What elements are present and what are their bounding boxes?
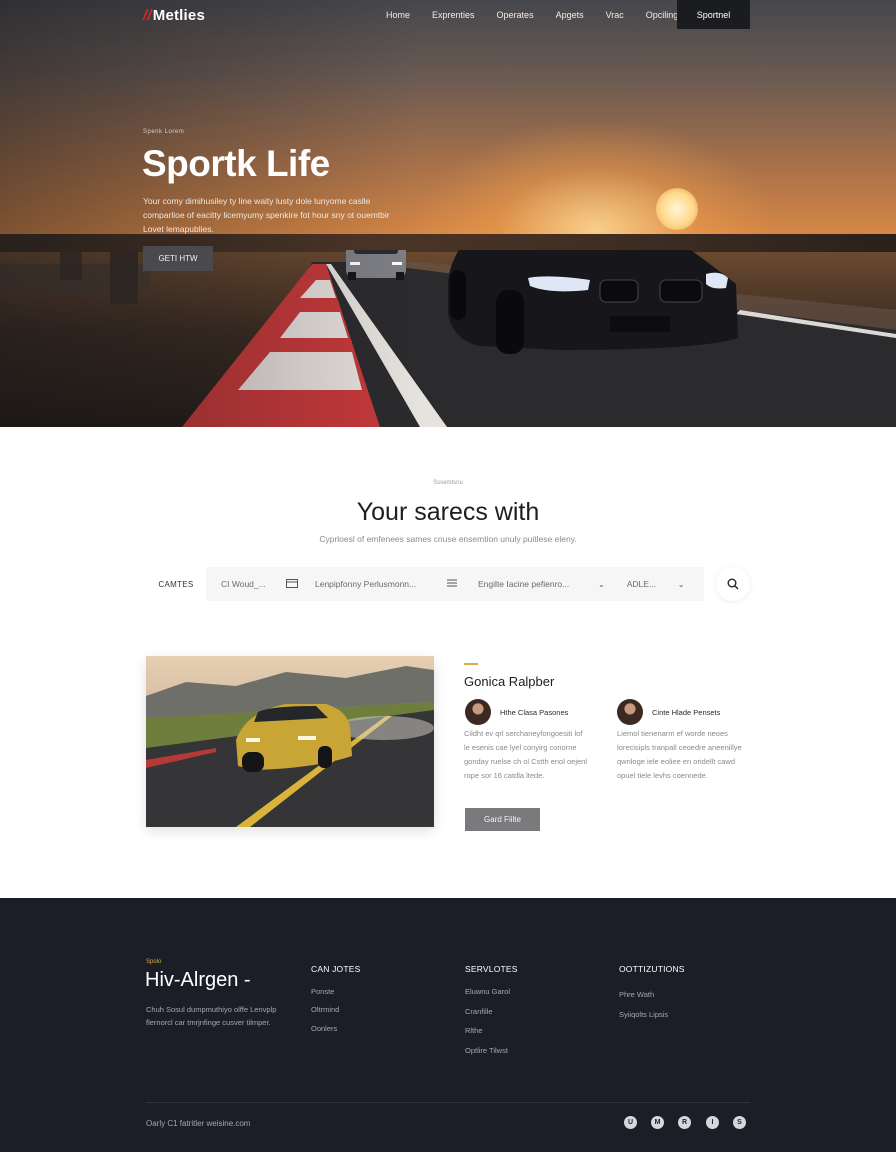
logo-mark-icon: // xyxy=(143,7,152,24)
footer-brand[interactable]: Hiv-Alrgen - xyxy=(145,969,251,992)
top-navigation: //Metlies Home Exprenties Operates Apget… xyxy=(0,0,896,32)
hero-title: Sportk Life xyxy=(142,143,330,184)
nav-link-operates[interactable]: Operates xyxy=(497,10,534,20)
brand-logo[interactable]: //Metlies xyxy=(143,7,205,24)
footer-description: Chuh Sosul dumpmuthiyo olffe Lenvplp fle… xyxy=(146,1005,277,1027)
footer-link[interactable]: Rlthe xyxy=(465,1026,483,1035)
person-name: Hthe Clasa Pasones xyxy=(500,707,569,717)
search-icon xyxy=(727,578,739,590)
nav-link-apgets[interactable]: Apgets xyxy=(556,10,584,20)
search-section-title: Your sarecs with xyxy=(356,498,540,526)
nav-link-home[interactable]: Home xyxy=(386,10,410,20)
search-bar: CAMTES CI Woud_... Lenpipfonny Perlusmon… xyxy=(146,567,704,601)
footer-divider xyxy=(146,1102,750,1103)
feature-title: Gonica Ralpber xyxy=(464,674,555,689)
logo-text: Metlies xyxy=(152,7,206,24)
search-field-dates[interactable]: Lenpipfonny Perlusmonn... xyxy=(315,579,427,589)
nav-cta-button[interactable]: Sportnel xyxy=(677,0,750,29)
social-icon-1[interactable]: U xyxy=(624,1116,637,1129)
social-icon-4[interactable]: I xyxy=(706,1116,719,1129)
hero-section: //Metlies Home Exprenties Operates Apget… xyxy=(0,0,896,427)
footer-link[interactable]: Cranfille xyxy=(465,1007,493,1016)
search-section-eyebrow: Sssemtsnu xyxy=(433,480,463,486)
search-field-type[interactable]: Engilte Iacine pefienro... xyxy=(478,579,580,589)
hero-cta-button[interactable]: GETI HTW xyxy=(143,246,213,271)
list-icon xyxy=(447,579,457,590)
search-field-location[interactable]: CI Woud_... xyxy=(221,579,269,589)
hero-eyebrow: Spenk Lorem xyxy=(143,129,185,135)
footer-eyebrow: Spolo xyxy=(146,959,162,965)
site-footer: Spolo Hiv-Alrgen - Chuh Sosul dumpmuthiy… xyxy=(0,898,896,1152)
footer-link[interactable]: Phre Wath xyxy=(619,990,654,999)
sun xyxy=(656,188,698,230)
footer-link[interactable]: Oltrmind xyxy=(311,1005,339,1014)
search-section-subtitle: Cyprloesl of emfenees sames cnuse ensemt… xyxy=(319,534,577,544)
social-icon-2[interactable]: M xyxy=(651,1116,664,1129)
testimonial-person-1: Hthe Clasa Pasones xyxy=(465,699,568,725)
chevron-down-icon[interactable]: ⌄ xyxy=(598,580,605,589)
avatar xyxy=(465,699,491,725)
footer-link[interactable]: Ponste xyxy=(311,987,334,996)
person-name: Cinte Hlade Pensets xyxy=(652,707,721,717)
chevron-down-icon[interactable]: ⌄ xyxy=(678,580,685,589)
social-icon-5[interactable]: S xyxy=(733,1116,746,1129)
footer-copyright: Oarly C1 fatritler weisine.com xyxy=(146,1119,251,1128)
nav-link-experiences[interactable]: Exprenties xyxy=(432,10,475,20)
avatar xyxy=(617,699,643,725)
nav-link-opciling[interactable]: Opciling xyxy=(646,10,679,20)
footer-link[interactable]: Syiiqolts Lipsis xyxy=(619,1010,668,1019)
calendar-icon xyxy=(286,578,298,591)
nav-link-vrac[interactable]: Vrac xyxy=(606,10,624,20)
feature-accent-line xyxy=(464,663,478,665)
footer-link[interactable]: Optlire Tilwst xyxy=(465,1046,508,1055)
footer-column-title: OOTTIZUTIONS xyxy=(619,964,685,974)
footer-column-title: SERVLOTES xyxy=(465,964,518,974)
search-field-guests[interactable]: ADLE... xyxy=(627,579,663,589)
testimonial-person-2: Cinte Hlade Pensets xyxy=(617,699,720,725)
footer-link[interactable]: Eluwnu Garol xyxy=(465,987,510,996)
footer-link[interactable]: Oonlers xyxy=(311,1024,337,1033)
testimonial-quote-2: Liemol tienenarm ef worde neoes lorecisi… xyxy=(617,729,742,780)
feature-image-yellow-car xyxy=(146,656,434,827)
category-tab[interactable]: CAMTES xyxy=(146,567,206,601)
feature-read-button[interactable]: Gard Fiilte xyxy=(465,808,540,831)
footer-column-title: CAN JOTES xyxy=(311,964,361,974)
social-icon-3[interactable]: R xyxy=(678,1116,691,1129)
testimonial-quote-1: Cildht ev qrl serchaneyfongoesiti lof le… xyxy=(464,729,587,780)
search-button[interactable] xyxy=(716,567,750,601)
nav-links: Home Exprenties Operates Apgets Vrac Opc… xyxy=(386,10,700,20)
hero-description: Your comy dimihusiley ty line waity lust… xyxy=(143,196,390,234)
